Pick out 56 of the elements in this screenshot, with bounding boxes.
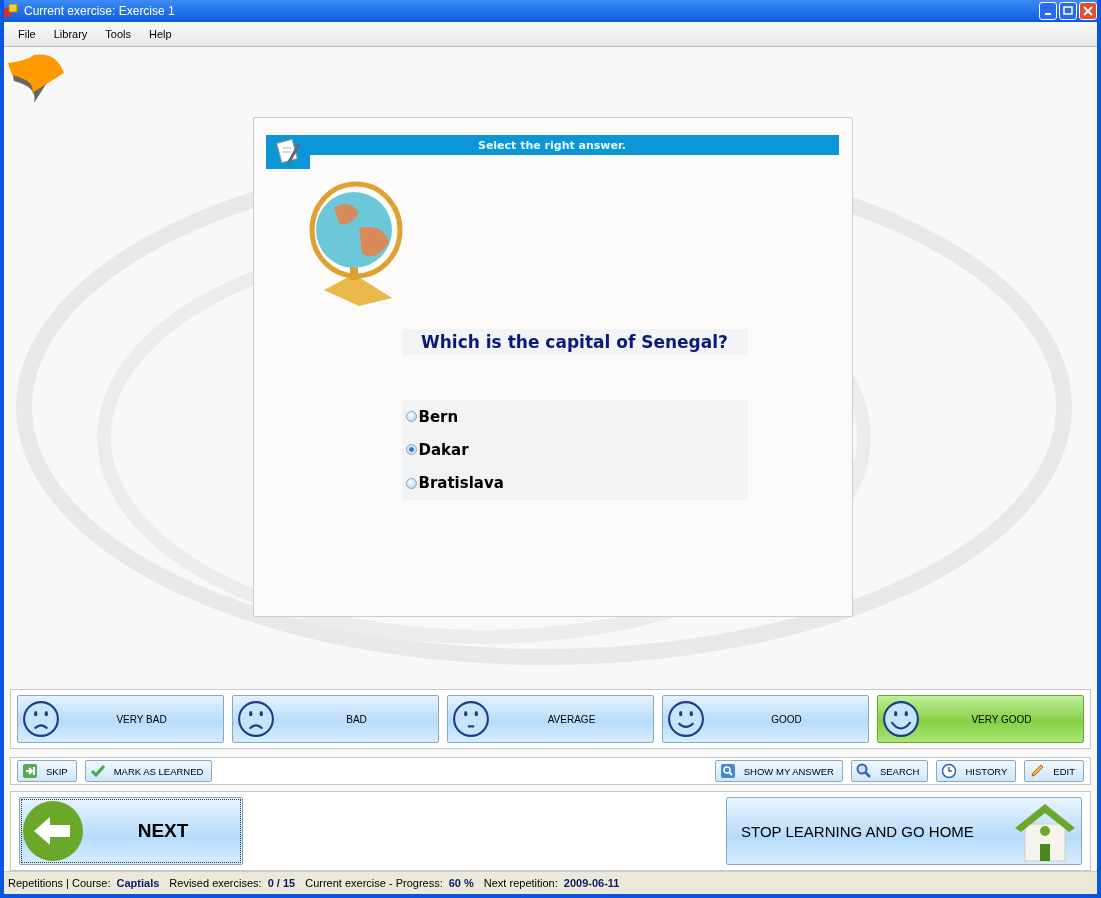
status-value: Captials	[116, 877, 160, 889]
app-icon	[4, 4, 18, 18]
maximize-icon	[1063, 6, 1073, 16]
next-button[interactable]: NEXT	[19, 797, 243, 865]
close-button[interactable]	[1079, 2, 1097, 20]
rating-button[interactable]: AVERAGE	[447, 695, 654, 743]
answer-label: Bratislava	[418, 474, 504, 493]
rating-button[interactable]: VERY GOOD	[877, 695, 1084, 743]
maximize-button[interactable]	[1059, 2, 1077, 20]
home-button[interactable]: STOP LEARNING AND GO HOME	[726, 797, 1082, 865]
menu-item[interactable]: Help	[149, 28, 172, 40]
toolbar-button[interactable]: MARK AS LEARNED	[84, 760, 213, 782]
window-title: Current exercise: Exercise 1	[24, 4, 175, 18]
bird-logo	[8, 51, 66, 105]
answer-option[interactable]: Dakar	[401, 441, 748, 459]
instruction-text: Select the right answer.	[477, 138, 627, 152]
rating-button[interactable]: BAD	[232, 695, 439, 743]
status-value: 0 / 15	[267, 877, 296, 889]
answer-label: Dakar	[418, 441, 469, 459]
answer-option[interactable]: Bern	[401, 407, 748, 426]
face-icon	[22, 700, 60, 738]
rating-button[interactable]: GOOD	[662, 695, 869, 743]
toolbar-button[interactable]: SKIP	[17, 760, 77, 782]
question-text: Which is the capital of Senegal?	[401, 329, 748, 355]
status-label: Next repetition:	[483, 877, 558, 889]
menu-item[interactable]: Tools	[105, 28, 132, 40]
face-icon	[452, 700, 490, 738]
face-icon	[667, 700, 705, 738]
menu-item[interactable]: File	[18, 28, 36, 40]
clock-icon	[941, 763, 958, 779]
rating-button[interactable]: VERY BAD	[17, 695, 224, 743]
toolbar-button[interactable]: SHOW MY ANSWER	[714, 760, 843, 782]
radio-button[interactable]	[405, 444, 417, 456]
magnifier-icon	[719, 763, 736, 779]
menu-item[interactable]: Library	[53, 28, 88, 40]
close-icon	[1083, 6, 1093, 16]
status-label: Revised exercises:	[169, 877, 262, 889]
toolbar-button[interactable]: SEARCH	[850, 760, 929, 782]
face-icon	[882, 700, 920, 738]
answer-label: Bern	[418, 407, 459, 426]
radio-button[interactable]	[405, 411, 417, 423]
status-value: 60 %	[448, 877, 474, 889]
minimize-button[interactable]	[1039, 2, 1057, 20]
minimize-icon	[1045, 13, 1051, 15]
status-label: Current exercise - Progress:	[305, 877, 443, 889]
status-value: 2009-06-11	[563, 877, 620, 889]
status-label: Repetitions | Course:	[8, 877, 111, 889]
face-icon	[237, 700, 275, 738]
toolbar-button[interactable]: EDIT	[1024, 760, 1084, 782]
pencil-icon	[1029, 763, 1046, 779]
answer-option[interactable]: Bratislava	[401, 474, 748, 493]
checkmark-icon	[89, 763, 106, 779]
skip-icon	[22, 763, 38, 779]
search-icon	[855, 763, 872, 779]
toolbar-button[interactable]: HISTORY	[936, 760, 1017, 782]
radio-button[interactable]	[405, 477, 417, 489]
